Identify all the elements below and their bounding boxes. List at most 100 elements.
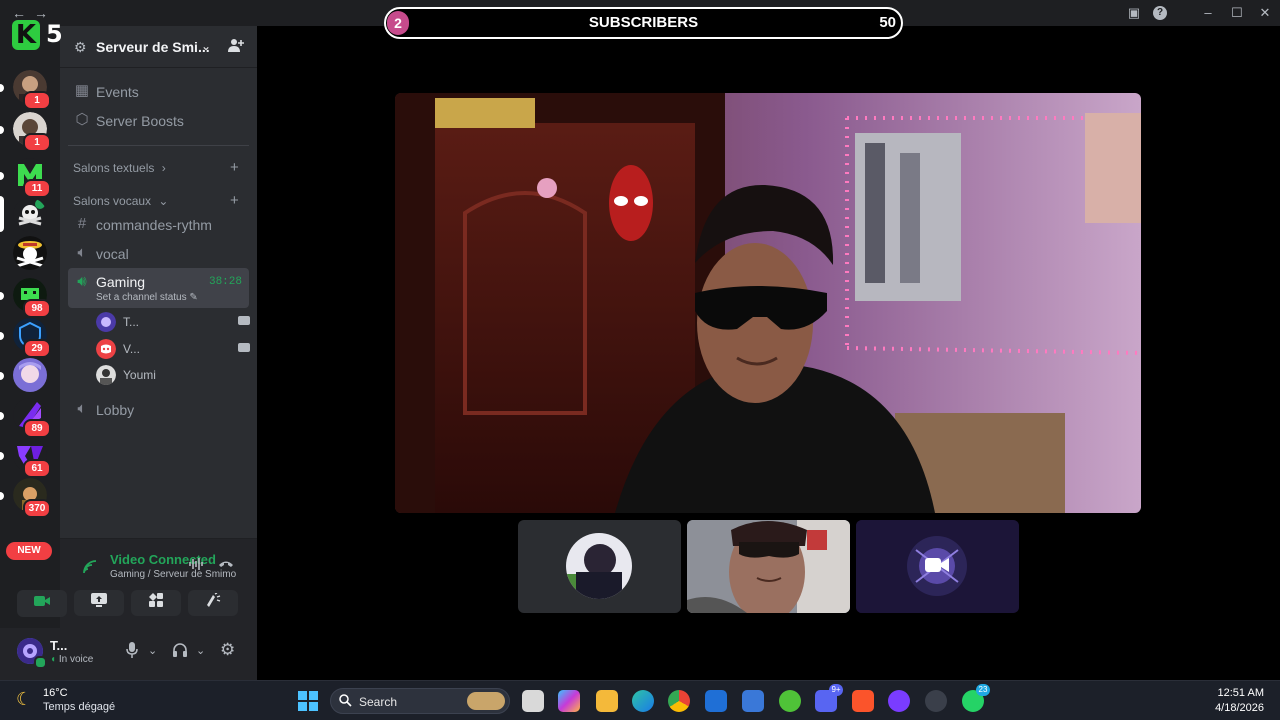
speaker-icon: 🔈︎ bbox=[77, 244, 87, 261]
server-header[interactable]: ⚙ Serveur de Smi... ⌄ bbox=[60, 26, 257, 68]
server-icon-8[interactable] bbox=[13, 358, 47, 392]
subscriber-goal: 50 bbox=[879, 14, 896, 31]
video-camera-icon bbox=[238, 343, 250, 352]
chevron-down-icon[interactable]: ⌄ bbox=[148, 644, 157, 657]
windows-taskbar: ☾ 16°C Temps dégagé Search 9+ 23 12:51 A… bbox=[0, 680, 1280, 720]
weather-temperature[interactable]: 16°C bbox=[43, 687, 68, 699]
category-label: Salons textuels bbox=[73, 161, 155, 175]
channel-label: Gaming bbox=[96, 274, 146, 290]
channel-lobby[interactable]: 🔈︎ Lobby bbox=[68, 395, 249, 425]
copilot-icon[interactable] bbox=[558, 690, 580, 712]
server-icon-11[interactable]: 370 bbox=[13, 478, 51, 518]
app-gauge-icon[interactable] bbox=[925, 690, 947, 712]
text-channel-hash-icon: # bbox=[77, 215, 87, 232]
channel-commandes-rythm[interactable]: # commandes-rythm bbox=[68, 210, 249, 240]
events-item[interactable]: ▦ Events bbox=[68, 77, 249, 107]
windows-start-icon[interactable] bbox=[297, 690, 319, 712]
channel-label: Lobby bbox=[96, 402, 135, 418]
pencil-icon: ✎ bbox=[189, 292, 198, 303]
inbox-icon[interactable]: ▣ bbox=[1125, 4, 1143, 22]
unread-pip bbox=[0, 172, 4, 180]
webcam-video bbox=[395, 93, 1141, 513]
participant-tile[interactable] bbox=[518, 520, 681, 613]
server-icon-1[interactable]: 1 bbox=[13, 70, 51, 110]
discord-icon[interactable]: 9+ bbox=[815, 684, 843, 712]
task-view-icon[interactable] bbox=[522, 690, 544, 712]
server-icon-7[interactable]: 29 bbox=[13, 318, 51, 358]
participant-tile-camera-off[interactable] bbox=[856, 520, 1019, 613]
unread-pip bbox=[0, 332, 4, 340]
category-text-channels[interactable]: Salons textuels › + bbox=[73, 159, 239, 176]
voice-member[interactable]: V... bbox=[96, 337, 250, 361]
server-icon-smimo[interactable] bbox=[13, 198, 47, 232]
close-icon[interactable]: ✕ bbox=[1256, 4, 1274, 22]
activities-button[interactable] bbox=[131, 590, 181, 616]
server-boosts-label: Server Boosts bbox=[96, 113, 184, 129]
main-video-feed[interactable] bbox=[395, 93, 1141, 513]
outlook-icon[interactable] bbox=[705, 690, 727, 712]
minimize-icon[interactable]: – bbox=[1199, 4, 1217, 22]
category-voice-channels[interactable]: Salons vocaux ⌄ + bbox=[73, 192, 239, 209]
online-status-dot bbox=[34, 656, 47, 669]
server-icon-onepiece[interactable] bbox=[13, 236, 47, 270]
voice-member[interactable]: Youmi bbox=[96, 363, 246, 387]
participant-tile[interactable] bbox=[687, 520, 850, 613]
chevron-down-icon: ⌄ bbox=[158, 194, 169, 208]
clock-date: 4/18/2026 bbox=[1215, 702, 1264, 714]
server-rail: 1 1 11 98 29 89 61 370 NEW bbox=[0, 26, 60, 680]
logo-number: 5 bbox=[46, 20, 63, 48]
member-name: V... bbox=[123, 342, 140, 356]
taskbar-search[interactable]: Search bbox=[330, 688, 510, 714]
weather-moon-icon[interactable]: ☾ bbox=[16, 689, 32, 710]
server-boosts-item[interactable]: ⬡ Server Boosts bbox=[68, 106, 249, 136]
channel-gaming-active[interactable]: 🔊︎ Gaming 38:28 Set a channel status ✎ bbox=[68, 268, 249, 308]
unread-pip bbox=[0, 452, 4, 460]
user-status-label: In voice bbox=[58, 654, 94, 665]
microsoft-store-icon[interactable] bbox=[742, 690, 764, 712]
file-explorer-icon[interactable] bbox=[596, 690, 618, 712]
server-icon-2[interactable]: 1 bbox=[13, 112, 51, 152]
add-channel-icon[interactable]: + bbox=[230, 159, 239, 176]
system-clock[interactable]: 12:51 AM 4/18/2026 bbox=[1215, 687, 1264, 714]
invite-people-icon[interactable] bbox=[228, 37, 244, 58]
microphone-icon[interactable] bbox=[126, 642, 138, 662]
voice-member[interactable]: T... bbox=[96, 310, 250, 334]
server-icon-10[interactable]: 61 bbox=[13, 438, 51, 478]
set-channel-status[interactable]: Set a channel status ✎ bbox=[96, 292, 198, 303]
user-settings-gear-icon[interactable]: ⚙ bbox=[220, 640, 235, 660]
new-servers-pill[interactable]: NEW bbox=[6, 542, 52, 560]
maximize-icon[interactable]: ☐ bbox=[1228, 4, 1246, 22]
user-panel: T... ◖ In voice ⌄ ⌄ ⚙ bbox=[0, 628, 257, 680]
server-icon-6[interactable]: 98 bbox=[13, 278, 51, 318]
server-icon-9[interactable]: 89 bbox=[13, 398, 51, 438]
disconnect-icon[interactable] bbox=[218, 557, 234, 574]
help-icon[interactable]: ? bbox=[1153, 6, 1167, 20]
chrome-icon[interactable] bbox=[668, 690, 690, 712]
logo-letter: K bbox=[12, 20, 40, 50]
channel-vocal[interactable]: 🔈︎ vocal bbox=[68, 239, 249, 269]
avatar bbox=[96, 312, 116, 332]
app-purple-icon[interactable] bbox=[888, 690, 910, 712]
mention-badge: 370 bbox=[23, 499, 51, 518]
brave-icon[interactable] bbox=[852, 690, 874, 712]
events-label: Events bbox=[96, 84, 139, 100]
mention-badge: 1 bbox=[23, 91, 51, 110]
add-channel-icon[interactable]: + bbox=[230, 192, 239, 209]
weather-condition[interactable]: Temps dégagé bbox=[43, 701, 115, 713]
speaker-icon: ◖ bbox=[50, 654, 57, 665]
avatar bbox=[96, 365, 116, 385]
app-green-icon[interactable] bbox=[779, 690, 801, 712]
whatsapp-icon[interactable]: 23 bbox=[962, 684, 990, 712]
screen-share-button[interactable] bbox=[74, 590, 124, 616]
chevron-down-icon[interactable]: ⌄ bbox=[196, 644, 205, 657]
noise-suppression-icon[interactable] bbox=[188, 557, 204, 574]
mention-badge: 1 bbox=[23, 133, 51, 152]
call-timer: 38:28 bbox=[208, 276, 242, 288]
server-icon-3[interactable]: 11 bbox=[13, 158, 51, 198]
edge-icon[interactable] bbox=[632, 690, 654, 712]
headphones-icon[interactable] bbox=[172, 642, 188, 662]
soundboard-button[interactable] bbox=[188, 590, 238, 616]
selected-pip bbox=[0, 196, 4, 232]
username[interactable]: T... bbox=[50, 638, 67, 653]
camera-button[interactable] bbox=[17, 590, 67, 616]
